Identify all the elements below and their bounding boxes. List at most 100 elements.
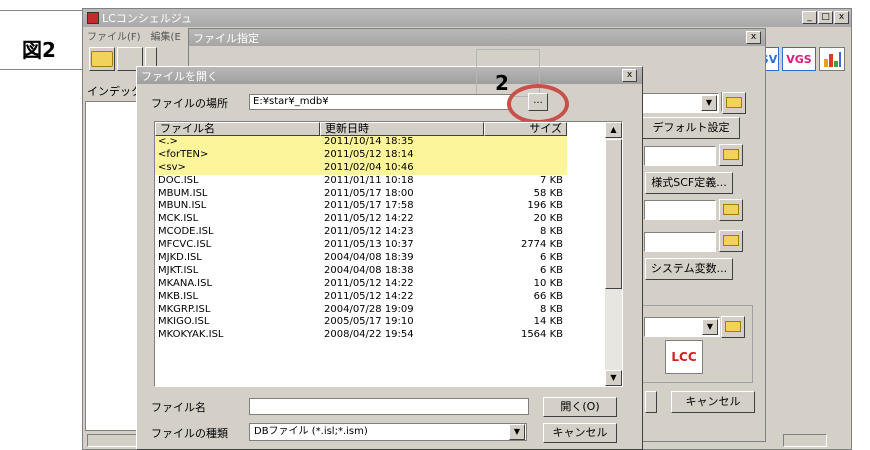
close-button[interactable]: x: [834, 11, 849, 24]
file-row[interactable]: MCK.ISL 2011/05/12 14:22 20 KB: [155, 213, 607, 226]
spec-cancel-button[interactable]: キャンセル: [671, 391, 755, 413]
file-date-cell: 2004/04/08 18:38: [324, 264, 414, 276]
location-field[interactable]: E:¥star¥_mdb¥: [249, 94, 511, 110]
spec-folder-button-2[interactable]: [719, 144, 743, 166]
spec-folder-button-1[interactable]: [722, 92, 746, 114]
file-row[interactable]: MKANA.ISL 2011/05/12 14:22 10 KB: [155, 278, 607, 291]
file-date-cell: 2004/07/28 19:09: [324, 303, 414, 315]
file-size-cell: 8 KB: [540, 303, 563, 315]
spec-combo-1[interactable]: ▼: [639, 93, 719, 113]
open-file-close-button[interactable]: x: [622, 69, 637, 82]
file-date-cell: 2004/04/08 18:39: [324, 252, 414, 264]
file-date-cell: 2011/05/17 18:00: [324, 187, 414, 199]
scroll-up-icon[interactable]: ▲: [605, 122, 622, 138]
file-row[interactable]: <forTEN> 2011/05/12 18:14: [155, 148, 607, 162]
file-row[interactable]: MKB.ISL 2011/05/12 14:22 66 KB: [155, 291, 607, 304]
spec-combo-2[interactable]: ▼: [644, 317, 720, 337]
file-row[interactable]: MKIGO.ISL 2005/05/17 19:10 14 KB: [155, 316, 607, 329]
spec-field-3[interactable]: [644, 200, 716, 220]
right-toolbar: SV VGS: [759, 47, 845, 71]
file-date-cell: 2008/04/22 19:54: [324, 329, 414, 341]
file-name-cell: MKB.ISL: [158, 290, 199, 302]
spec-folder-button-4[interactable]: [719, 230, 743, 252]
bar-chart-icon: [824, 52, 841, 67]
file-row[interactable]: MBUN.ISL 2011/05/17 17:58 196 KB: [155, 200, 607, 213]
file-row[interactable]: MFCVC.ISL 2011/05/13 10:37 2774 KB: [155, 239, 607, 252]
column-header-name[interactable]: ファイル名: [155, 122, 320, 136]
file-size-cell: 1564 KB: [520, 329, 563, 341]
spec-field-2[interactable]: [644, 146, 716, 166]
dropdown-arrow-icon[interactable]: ▼: [701, 95, 717, 111]
file-date-cell: 2011/02/04 10:46: [320, 161, 484, 175]
open-button[interactable]: 開く(O): [543, 397, 617, 417]
location-label: ファイルの場所: [151, 97, 228, 110]
dropdown-arrow-icon[interactable]: ▼: [702, 319, 718, 335]
file-row[interactable]: MCODE.ISL 2011/05/12 14:23 8 KB: [155, 226, 607, 239]
file-date-cell: 2011/05/12 18:14: [320, 148, 484, 162]
file-size-cell: 66 KB: [533, 290, 563, 302]
ok-button[interactable]: [645, 391, 657, 413]
file-size-cell: 14 KB: [533, 316, 563, 328]
maximize-button[interactable]: □: [818, 11, 833, 24]
file-name-cell: MKIGO.ISL: [158, 316, 210, 328]
default-settings-button[interactable]: デフォルト設定: [642, 117, 740, 139]
filetype-dropdown-icon[interactable]: ▼: [509, 424, 525, 440]
spec-field-4[interactable]: [644, 232, 716, 252]
vgs-icon[interactable]: VGS: [782, 47, 816, 71]
file-name-cell: <sv>: [155, 161, 320, 175]
figure-rule-bottom: [0, 69, 82, 70]
file-row[interactable]: MJKT.ISL 2004/04/08 18:38 6 KB: [155, 265, 607, 278]
scroll-down-icon[interactable]: ▼: [605, 370, 622, 386]
spec-folder-button-3[interactable]: [719, 199, 743, 221]
filetype-label: ファイルの種類: [151, 427, 228, 440]
file-name-cell: MJKD.ISL: [158, 252, 202, 264]
file-list[interactable]: ファイル名 更新日時 サイズ <.> 2011/10/14 18:35 <forTE…: [154, 121, 623, 387]
file-name-cell: <forTEN>: [155, 148, 320, 162]
file-list-header: ファイル名 更新日時 サイズ: [155, 122, 567, 136]
folder-icon: [723, 235, 739, 246]
index-panel[interactable]: [85, 101, 137, 431]
column-header-size[interactable]: サイズ: [484, 122, 567, 136]
folder-icon: [725, 321, 741, 332]
file-row[interactable]: <sv> 2011/02/04 10:46: [155, 161, 607, 175]
chart-icon[interactable]: [819, 47, 845, 71]
spec-folder-button-5[interactable]: [721, 316, 745, 338]
main-window-controls: _ □ x: [802, 11, 849, 24]
file-size-cell: [484, 148, 567, 162]
style-scf-button[interactable]: 様式SCF定義...: [645, 172, 733, 194]
callout-number: 2: [495, 71, 509, 95]
file-date-cell: 2005/05/17 19:10: [324, 316, 414, 328]
file-list-scrollbar[interactable]: ▲ ▼: [605, 122, 622, 386]
file-name-cell: MJKT.ISL: [158, 264, 199, 276]
lcc-icon[interactable]: LCC: [665, 340, 703, 374]
file-spec-close-button[interactable]: x: [746, 31, 761, 44]
file-spec-titlebar: ファイル指定: [189, 29, 765, 46]
figure-rule-top: [0, 10, 82, 11]
main-title: LCコンシェルジュ: [102, 12, 193, 25]
open-folder-button[interactable]: [89, 47, 115, 71]
column-header-date[interactable]: 更新日時: [320, 122, 484, 136]
file-row[interactable]: MBUM.ISL 2011/05/17 18:00 58 KB: [155, 188, 607, 201]
scroll-thumb[interactable]: [605, 139, 622, 289]
file-row[interactable]: DOC.ISL 2011/01/11 10:18 7 KB: [155, 175, 607, 188]
file-row[interactable]: MKGRP.ISL 2004/07/28 19:09 8 KB: [155, 304, 607, 317]
file-name-cell: MBUM.ISL: [158, 187, 208, 199]
cancel-button[interactable]: キャンセル: [543, 423, 617, 443]
open-file-dialog: ファイルを開く x 2 ファイルの場所 E:¥star¥_mdb¥ ... ファ…: [136, 49, 643, 450]
figure-label: 図2: [22, 38, 56, 62]
file-list-rows: <.> 2011/10/14 18:35 <forTEN> 2011/05/12 18…: [155, 136, 607, 342]
file-row[interactable]: <.> 2011/10/14 18:35: [155, 136, 607, 149]
highlight-ring: [507, 84, 569, 124]
file-row[interactable]: MJKD.ISL 2004/04/08 18:39 6 KB: [155, 252, 607, 265]
filetype-select[interactable]: DBファイル (*.isl;*.ism): [249, 423, 527, 441]
folder-icon: [726, 97, 742, 108]
menu-file[interactable]: ファイル(F): [87, 28, 141, 43]
file-date-cell: 2011/10/14 18:35: [320, 136, 484, 149]
file-row[interactable]: MKOKYAK.ISL 2008/04/22 19:54 1564 KB: [155, 329, 607, 342]
filename-input[interactable]: [249, 398, 529, 415]
system-variable-button[interactable]: システム変数...: [645, 258, 733, 280]
menu-edit[interactable]: 編集(E: [151, 28, 181, 43]
folder-icon: [91, 51, 113, 67]
minimize-button[interactable]: _: [802, 11, 817, 24]
file-size-cell: 6 KB: [540, 252, 563, 264]
